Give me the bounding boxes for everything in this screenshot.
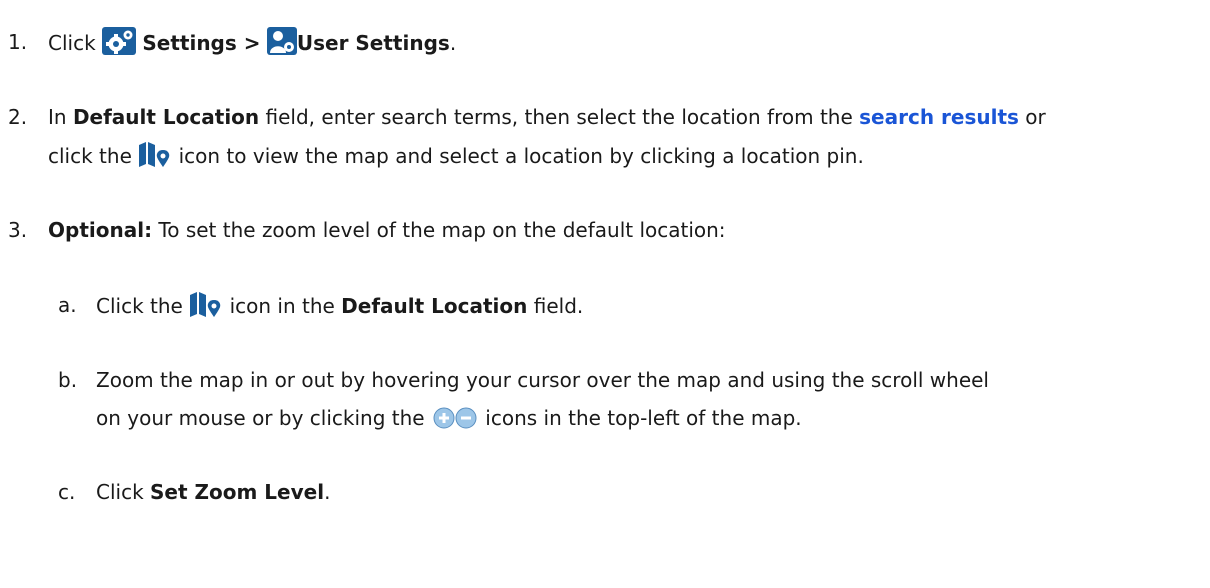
- step-number: 1.: [8, 30, 28, 54]
- default-location-label: Default Location: [341, 294, 528, 318]
- text: icons in the top-left of the map.: [485, 406, 802, 430]
- text: click the: [48, 144, 132, 168]
- settings-label: Settings >: [142, 31, 261, 55]
- step-number: c.: [58, 480, 76, 504]
- text: To set the zoom level of the map on the …: [158, 218, 726, 242]
- gear-icon: [102, 27, 137, 55]
- step-text: Click the icon in the Default Location f…: [96, 290, 583, 321]
- user-settings-icon: [266, 27, 297, 55]
- optional-label: Optional:: [48, 218, 153, 242]
- instructions: 1. Click Settings > User Settings. 2. In…: [0, 0, 1210, 588]
- text: Click: [48, 31, 96, 55]
- step-number: 3.: [8, 218, 28, 242]
- text: .: [449, 31, 457, 55]
- step-text: Click Settings > User Settings.: [48, 27, 456, 58]
- step-text: Optional: To set the zoom level of the m…: [48, 215, 726, 245]
- step-number: 2.: [8, 105, 28, 129]
- step-number: b.: [58, 368, 78, 392]
- text: icon in the: [229, 294, 335, 318]
- map-pin-icon: [189, 290, 223, 318]
- step-2-continued: click the icon to view the map and selec…: [48, 140, 864, 171]
- text: on your mouse or by clicking the: [96, 406, 425, 430]
- map-pin-icon: [138, 140, 172, 168]
- step-number: a.: [58, 293, 77, 317]
- text: In: [48, 105, 67, 129]
- text: .: [324, 480, 331, 504]
- text: field, enter search terms, then select t…: [265, 105, 853, 129]
- text: or: [1025, 105, 1046, 129]
- step-text: Zoom the map in or out by hovering your …: [96, 368, 989, 392]
- step-text: In Default Location field, enter search …: [48, 102, 1046, 132]
- user-settings-label: User Settings: [296, 31, 450, 55]
- search-results-link[interactable]: search results: [859, 105, 1019, 129]
- set-zoom-level-label: Set Zoom Level: [150, 480, 325, 504]
- zoom-in-out-icon: [431, 406, 479, 430]
- text: Click the: [96, 294, 183, 318]
- default-location-label: Default Location: [72, 105, 260, 129]
- text: Click: [96, 480, 144, 504]
- text: icon to view the map and select a locati…: [178, 144, 864, 168]
- step-b-continued: on your mouse or by clicking the icons i…: [96, 403, 802, 433]
- text: field.: [533, 294, 584, 318]
- step-text: Click Set Zoom Level.: [96, 477, 330, 507]
